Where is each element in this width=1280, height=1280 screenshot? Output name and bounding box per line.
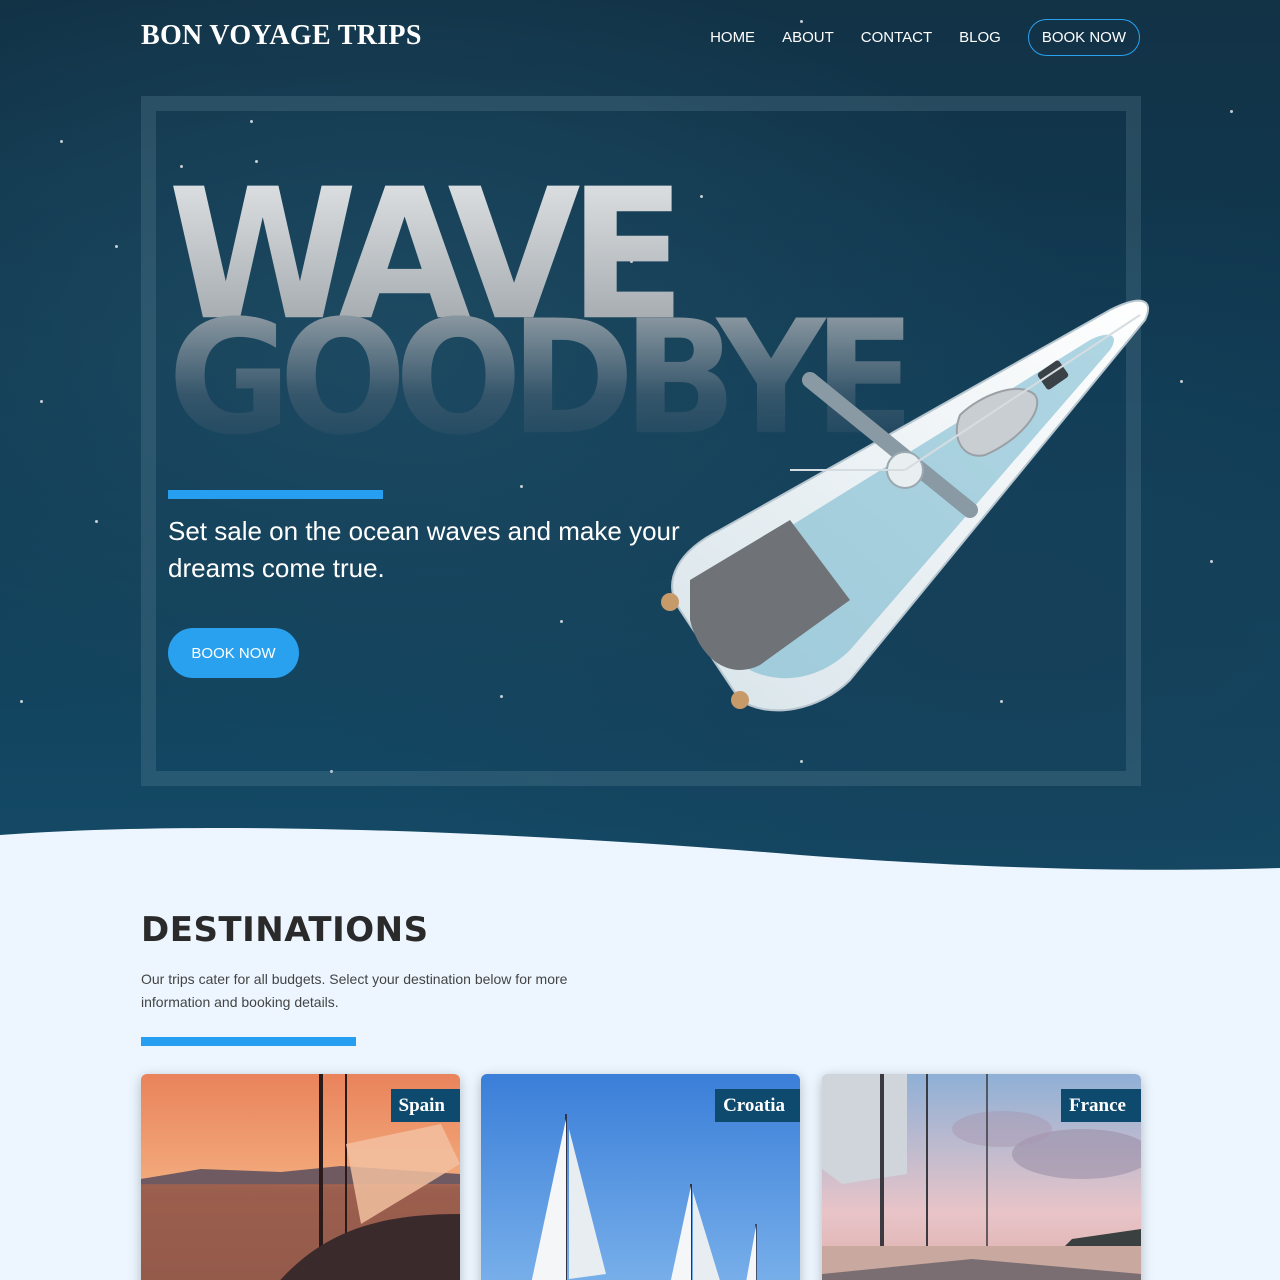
hero-accent-bar <box>168 490 383 499</box>
main-nav: HOME ABOUT CONTACT BLOG BOOK NOW <box>683 19 1140 56</box>
water-sparkle <box>20 700 23 703</box>
destinations-title: DESTINATIONS <box>141 910 429 950</box>
nav-contact-link[interactable]: CONTACT <box>861 29 932 46</box>
water-sparkle <box>1230 110 1233 113</box>
wave-divider <box>0 827 1280 870</box>
destinations-description: Our trips cater for all budgets. Select … <box>141 971 568 1010</box>
water-sparkle <box>1180 380 1183 383</box>
destinations-accent-bar <box>141 1037 356 1046</box>
sailboat-image <box>661 299 1150 712</box>
destination-card-croatia[interactable]: Croatia <box>481 1074 800 1280</box>
nav-book-now-button[interactable]: BOOK NOW <box>1027 19 1140 56</box>
water-sparkle <box>1210 560 1213 563</box>
card-label-spain: Spain <box>390 1089 460 1122</box>
hero-tagline: Set sale on the ocean waves and make you… <box>168 516 680 583</box>
card-label-croatia: Croatia <box>715 1089 800 1122</box>
destination-card-spain[interactable]: Spain <box>141 1074 460 1280</box>
nav-blog-link[interactable]: BLOG <box>959 29 1001 46</box>
water-sparkle <box>115 245 118 248</box>
destination-card-france[interactable]: France <box>822 1074 1141 1280</box>
hero-book-now-button[interactable]: BOOK NOW <box>168 628 299 678</box>
hero-section: BON VOYAGE TRIPS HOME ABOUT CONTACT BLOG… <box>0 0 1280 870</box>
water-sparkle <box>60 140 63 143</box>
card-label-france: France <box>1061 1089 1141 1122</box>
nav-home-link[interactable]: HOME <box>710 29 755 46</box>
water-sparkle <box>40 400 43 403</box>
water-sparkle <box>95 520 98 523</box>
nav-about-link[interactable]: ABOUT <box>782 29 834 46</box>
brand-logo[interactable]: BON VOYAGE TRIPS <box>141 20 422 52</box>
